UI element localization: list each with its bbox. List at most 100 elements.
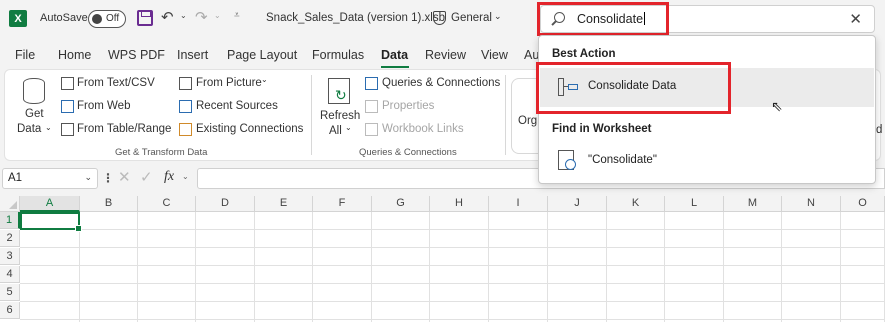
recent-sources-button[interactable]: Recent Sources (196, 100, 278, 112)
tab-view[interactable]: View (481, 48, 508, 62)
column-header-n[interactable]: N (782, 196, 841, 212)
tab-review[interactable]: Review (425, 48, 466, 62)
toggle-knob (92, 14, 102, 24)
chevron-down-icon[interactable]: ⌄ (494, 11, 502, 22)
row-header-1[interactable]: 1 (0, 212, 20, 229)
column-header-j[interactable]: J (548, 196, 607, 212)
grid-line (20, 283, 885, 284)
column-header-l[interactable]: L (665, 196, 724, 212)
customize-qat-icon[interactable]: ⩡ (234, 10, 240, 21)
column-header-c[interactable]: C (138, 196, 196, 212)
active-cell-a1[interactable] (20, 212, 82, 232)
group-label-get-transform: Get & Transform Data (115, 147, 208, 158)
column-header-e[interactable]: E (255, 196, 313, 212)
organization-data-type-label[interactable]: Org (518, 115, 537, 127)
find-in-sheet-icon (558, 150, 576, 170)
column-header-d[interactable]: D (196, 196, 255, 212)
chevron-down-icon[interactable]: ⌄ (84, 172, 92, 183)
find-query-label: "Consolidate" (588, 154, 657, 166)
row-header-2[interactable]: 2 (0, 230, 20, 247)
from-picture-button[interactable]: From Picture (196, 77, 262, 89)
queries-connections-button[interactable]: Queries & Connections (382, 77, 500, 89)
row-header-5[interactable]: 5 (0, 284, 20, 301)
column-header-h[interactable]: H (430, 196, 489, 212)
autosave-toggle[interactable]: Off (88, 10, 126, 28)
sensitivity-label[interactable]: General (451, 12, 492, 24)
save-icon[interactable] (137, 10, 153, 26)
tab-file[interactable]: File (15, 48, 35, 62)
insert-function-button[interactable]: fx (164, 169, 174, 185)
group-divider (311, 75, 312, 155)
workbook-links-button[interactable]: Workbook Links (382, 123, 464, 135)
column-header-i[interactable]: I (489, 196, 548, 212)
chevron-down-icon[interactable]: ⌄ (345, 123, 352, 132)
get-data-icon[interactable] (23, 78, 45, 104)
column-header-f[interactable]: F (313, 196, 372, 212)
properties-button[interactable]: Properties (382, 100, 434, 112)
close-icon[interactable]: ✕ (849, 10, 862, 28)
more-options-icon[interactable]: ⋮ (102, 171, 114, 185)
chevron-down-icon[interactable]: ⌄ (182, 172, 189, 181)
tab-formulas[interactable]: Formulas (312, 48, 364, 62)
grid-line (20, 229, 885, 230)
grid-line (20, 319, 885, 320)
row-header-3[interactable]: 3 (0, 248, 20, 265)
group-label-queries: Queries & Connections (359, 147, 457, 158)
chevron-down-icon[interactable]: ⌄ (261, 75, 268, 84)
tab-insert[interactable]: Insert (177, 48, 208, 62)
web-icon (61, 100, 74, 113)
undo-dropdown-icon[interactable]: ⌄ (180, 11, 187, 20)
worksheet-grid[interactable]: ABCDEFGHIJKLMNO 123456 (0, 196, 885, 322)
existing-connections-icon (179, 123, 192, 136)
tab-wps-pdf[interactable]: WPS PDF (108, 48, 165, 62)
enter-icon[interactable]: ✓ (140, 168, 153, 186)
autosave-label: AutoSave (40, 12, 88, 24)
select-all-button[interactable] (0, 196, 20, 212)
from-text-csv-button[interactable]: From Text/CSV (77, 77, 155, 89)
tab-page-layout[interactable]: Page Layout (227, 48, 297, 62)
find-in-worksheet-heading: Find in Worksheet (552, 123, 652, 135)
mouse-pointer-icon: ⇖ (771, 98, 783, 114)
redo-dropdown-icon[interactable]: ⌄ (214, 11, 221, 20)
tab-home[interactable]: Home (58, 48, 91, 62)
search-highlight-box (537, 2, 669, 36)
tab-automate[interactable]: Au (524, 48, 539, 62)
grid-line (20, 265, 885, 266)
ribbon-clipped-label: d (876, 124, 883, 136)
row-header-4[interactable]: 4 (0, 266, 20, 283)
table-icon (61, 123, 74, 136)
name-box[interactable]: A1 ⌄ (2, 168, 98, 189)
chevron-down-icon[interactable]: ⌄ (45, 123, 52, 132)
find-in-worksheet-result[interactable]: "Consolidate" (540, 142, 874, 181)
redo-icon[interactable]: ↷ (195, 8, 208, 26)
get-data-label-2[interactable]: Data (17, 123, 41, 135)
row-header-6[interactable]: 6 (0, 302, 20, 319)
refresh-all-label[interactable]: All (329, 125, 342, 137)
refresh-label[interactable]: Refresh (320, 110, 360, 122)
grid-line (20, 301, 885, 302)
name-box-value: A1 (8, 172, 23, 184)
document-title[interactable]: Snack_Sales_Data (version 1).xlsb (266, 12, 445, 24)
shield-icon (433, 11, 446, 25)
column-header-k[interactable]: K (607, 196, 665, 212)
existing-connections-button[interactable]: Existing Connections (196, 123, 303, 135)
active-tab-indicator (381, 66, 409, 68)
autosave-state: Off (106, 13, 120, 24)
cancel-icon[interactable]: ✕ (118, 168, 131, 186)
get-data-label[interactable]: Get (25, 108, 44, 120)
text-csv-icon (61, 77, 74, 90)
column-header-m[interactable]: M (724, 196, 782, 212)
column-header-b[interactable]: B (80, 196, 138, 212)
result-highlight-box (536, 62, 731, 114)
properties-icon (365, 100, 378, 113)
group-divider (505, 75, 506, 155)
from-table-range-button[interactable]: From Table/Range (77, 123, 171, 135)
from-web-button[interactable]: From Web (77, 100, 130, 112)
undo-icon[interactable]: ↶ (161, 8, 174, 26)
column-header-g[interactable]: G (372, 196, 430, 212)
tab-data[interactable]: Data (381, 48, 408, 62)
refresh-all-icon[interactable] (328, 78, 350, 104)
column-header-o[interactable]: O (841, 196, 885, 212)
recent-sources-icon (179, 100, 192, 113)
column-header-a[interactable]: A (20, 196, 80, 212)
